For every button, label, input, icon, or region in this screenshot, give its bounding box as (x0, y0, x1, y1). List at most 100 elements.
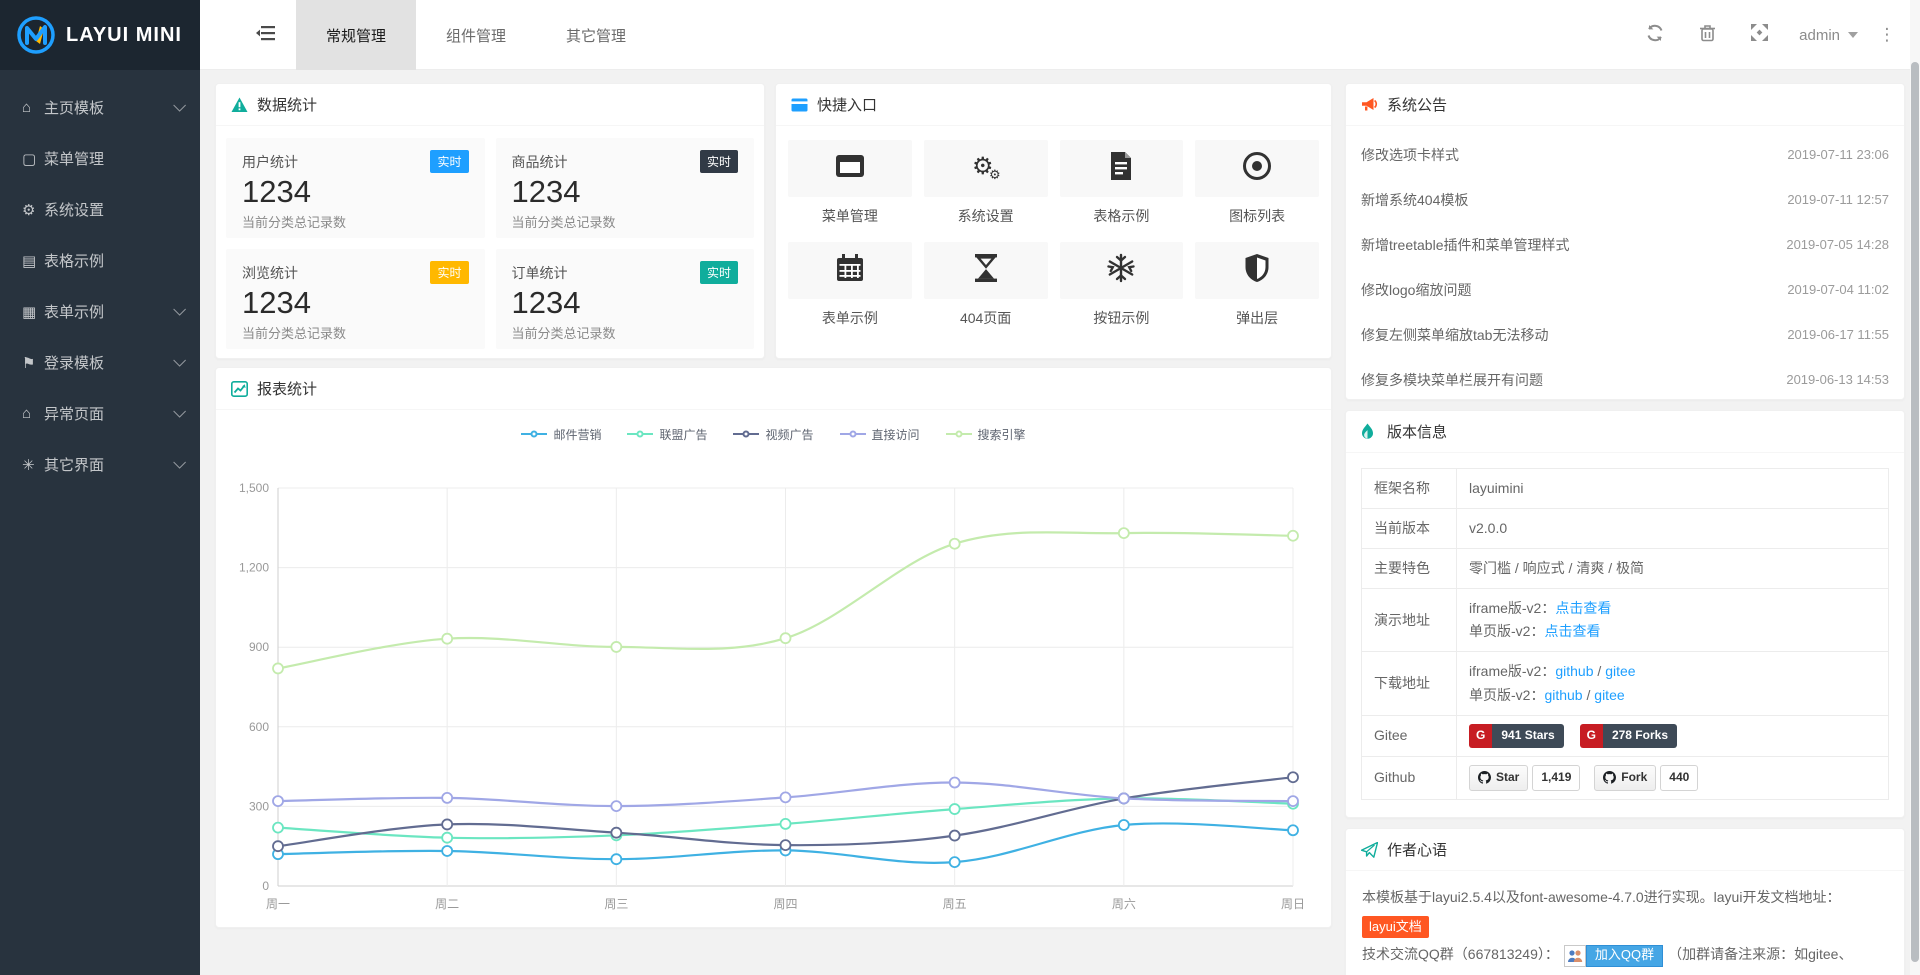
sidebar-item-表单示例[interactable]: ▦表单示例 (0, 286, 200, 337)
tab-其它管理[interactable]: 其它管理 (536, 0, 656, 70)
github-fork-count[interactable]: 440 (1660, 765, 1698, 791)
gitee-stars-badge[interactable]: G 941 Stars (1469, 724, 1564, 748)
table-row: 框架名称 layuimini (1362, 469, 1889, 509)
dot-circle-icon (1242, 151, 1272, 186)
notice-item[interactable]: 新增treetable插件和菜单管理样式2019-07-05 14:28 (1361, 222, 1889, 267)
data-point[interactable] (1119, 793, 1129, 803)
logo-bar[interactable]: LAYUI MINI (0, 0, 200, 70)
download-github-link[interactable]: github (1555, 663, 1593, 679)
data-point[interactable] (781, 819, 791, 829)
data-point[interactable] (611, 854, 621, 864)
svg-text:周六: 周六 (1112, 897, 1136, 911)
data-point[interactable] (611, 642, 621, 652)
download-gitee-link[interactable]: gitee (1594, 687, 1624, 703)
sidebar-item-其它界面[interactable]: ✳其它界面 (0, 439, 200, 490)
tab-常规管理[interactable]: 常规管理 (296, 0, 416, 70)
github-star-count[interactable]: 1,419 (1532, 765, 1580, 791)
quick-entry-表格示例[interactable]: 表格示例 (1060, 140, 1184, 226)
calendar-icon: ▦ (22, 303, 44, 321)
tab-组件管理[interactable]: 组件管理 (416, 0, 536, 70)
quick-entry-按钮示例[interactable]: 按钮示例 (1060, 242, 1184, 328)
data-point[interactable] (950, 539, 960, 549)
quick-entry-表单示例[interactable]: 表单示例 (788, 242, 912, 328)
data-point[interactable] (1288, 796, 1298, 806)
data-point[interactable] (1288, 531, 1298, 541)
quick-entry-弹出层[interactable]: 弹出层 (1195, 242, 1319, 328)
scrollbar-thumb[interactable] (1911, 62, 1919, 962)
sidebar-item-主页模板[interactable]: ⌂主页模板 (0, 82, 200, 133)
quick-entry-图标列表[interactable]: 图标列表 (1195, 140, 1319, 226)
version-card-title: 版本信息 (1387, 421, 1447, 442)
collapse-menu-button[interactable] (236, 0, 296, 70)
download-github-link[interactable]: github (1544, 687, 1582, 703)
gitee-forks-badge[interactable]: G 278 Forks (1580, 724, 1677, 748)
quick-entry-系统设置[interactable]: ⚙⚙系统设置 (924, 140, 1048, 226)
demo-iframe-link[interactable]: 点击查看 (1555, 600, 1611, 616)
layui-doc-badge[interactable]: layui文档 (1362, 916, 1429, 938)
notice-item[interactable]: 修改logo缩放问题2019-07-04 11:02 (1361, 267, 1889, 312)
data-point[interactable] (442, 833, 452, 843)
github-star-label: Star (1496, 768, 1519, 788)
quick-entry-菜单管理[interactable]: 菜单管理 (788, 140, 912, 226)
user-menu[interactable]: admin (1785, 0, 1872, 70)
github-fork-widget: Fork 440 (1594, 765, 1698, 791)
data-point[interactable] (950, 778, 960, 788)
page-scrollbar[interactable] (1910, 0, 1920, 975)
notice-item[interactable]: 新增系统404模板2019-07-11 12:57 (1361, 177, 1889, 222)
github-fork-button[interactable]: Fork (1594, 765, 1656, 791)
legend-label: 联盟广告 (659, 426, 707, 443)
notice-item[interactable]: 修复多模块菜单栏展开有问题2019-06-13 14:53 (1361, 357, 1889, 402)
table-row: 下载地址 iframe版-v2：github / gitee 单页版-v2：gi… (1362, 652, 1889, 715)
clear-cache-button[interactable] (1681, 0, 1733, 70)
megaphone-icon (1361, 96, 1378, 113)
row-label: 下载地址 (1362, 652, 1457, 715)
data-point[interactable] (273, 823, 283, 833)
legend-item-直接访问[interactable]: 直接访问 (840, 426, 920, 443)
data-point[interactable] (273, 796, 283, 806)
data-point[interactable] (273, 841, 283, 851)
data-point[interactable] (442, 846, 452, 856)
data-point[interactable] (442, 819, 452, 829)
data-point[interactable] (273, 663, 283, 673)
download-gitee-link[interactable]: gitee (1605, 663, 1635, 679)
legend-item-邮件营销[interactable]: 邮件营销 (521, 426, 601, 443)
github-star-button[interactable]: Star (1469, 765, 1528, 791)
legend-item-搜索引擎[interactable]: 搜索引擎 (946, 426, 1026, 443)
sidebar-item-表格示例[interactable]: ▤表格示例 (0, 235, 200, 286)
data-point[interactable] (1119, 528, 1129, 538)
data-point[interactable] (442, 634, 452, 644)
data-point[interactable] (611, 801, 621, 811)
data-point[interactable] (781, 633, 791, 643)
data-point[interactable] (442, 793, 452, 803)
stat-box-商品统计: 商品统计实时1234当前分类总记录数 (496, 138, 755, 238)
sidebar-item-系统设置[interactable]: ⚙系统设置 (0, 184, 200, 235)
data-point[interactable] (950, 831, 960, 841)
quick-entry-label: 菜单管理 (788, 206, 912, 226)
refresh-button[interactable] (1629, 0, 1681, 70)
data-point[interactable] (950, 804, 960, 814)
sidebar-item-菜单管理[interactable]: ▢菜单管理 (0, 133, 200, 184)
join-qq-group-button[interactable]: 加入QQ群 (1564, 945, 1663, 967)
notice-item[interactable]: 修复左侧菜单缩放tab无法移动2019-06-17 11:55 (1361, 312, 1889, 357)
data-point[interactable] (781, 840, 791, 850)
data-point[interactable] (611, 828, 621, 838)
demo-single-link[interactable]: 点击查看 (1544, 623, 1600, 639)
home-icon: ⌂ (22, 405, 44, 422)
quick-entry-404页面[interactable]: 404页面 (924, 242, 1048, 328)
sidebar-item-登录模板[interactable]: ⚑登录模板 (0, 337, 200, 388)
data-point[interactable] (1288, 825, 1298, 835)
legend-item-视频广告[interactable]: 视频广告 (733, 426, 813, 443)
sidebar-item-异常页面[interactable]: ⌂异常页面 (0, 388, 200, 439)
data-point[interactable] (1119, 820, 1129, 830)
legend-marker-icon (840, 433, 866, 435)
stat-value: 1234 (242, 174, 469, 210)
notice-card: 系统公告 修改选项卡样式2019-07-11 23:06新增系统404模板201… (1345, 83, 1905, 400)
data-point[interactable] (1288, 772, 1298, 782)
data-point[interactable] (781, 792, 791, 802)
data-point[interactable] (950, 857, 960, 867)
stat-desc: 当前分类总记录数 (242, 323, 469, 342)
notice-item[interactable]: 修改选项卡样式2019-07-11 23:06 (1361, 132, 1889, 177)
fullscreen-button[interactable] (1733, 0, 1785, 70)
more-menu-button[interactable]: ⋮ (1872, 25, 1902, 45)
legend-item-联盟广告[interactable]: 联盟广告 (627, 426, 707, 443)
